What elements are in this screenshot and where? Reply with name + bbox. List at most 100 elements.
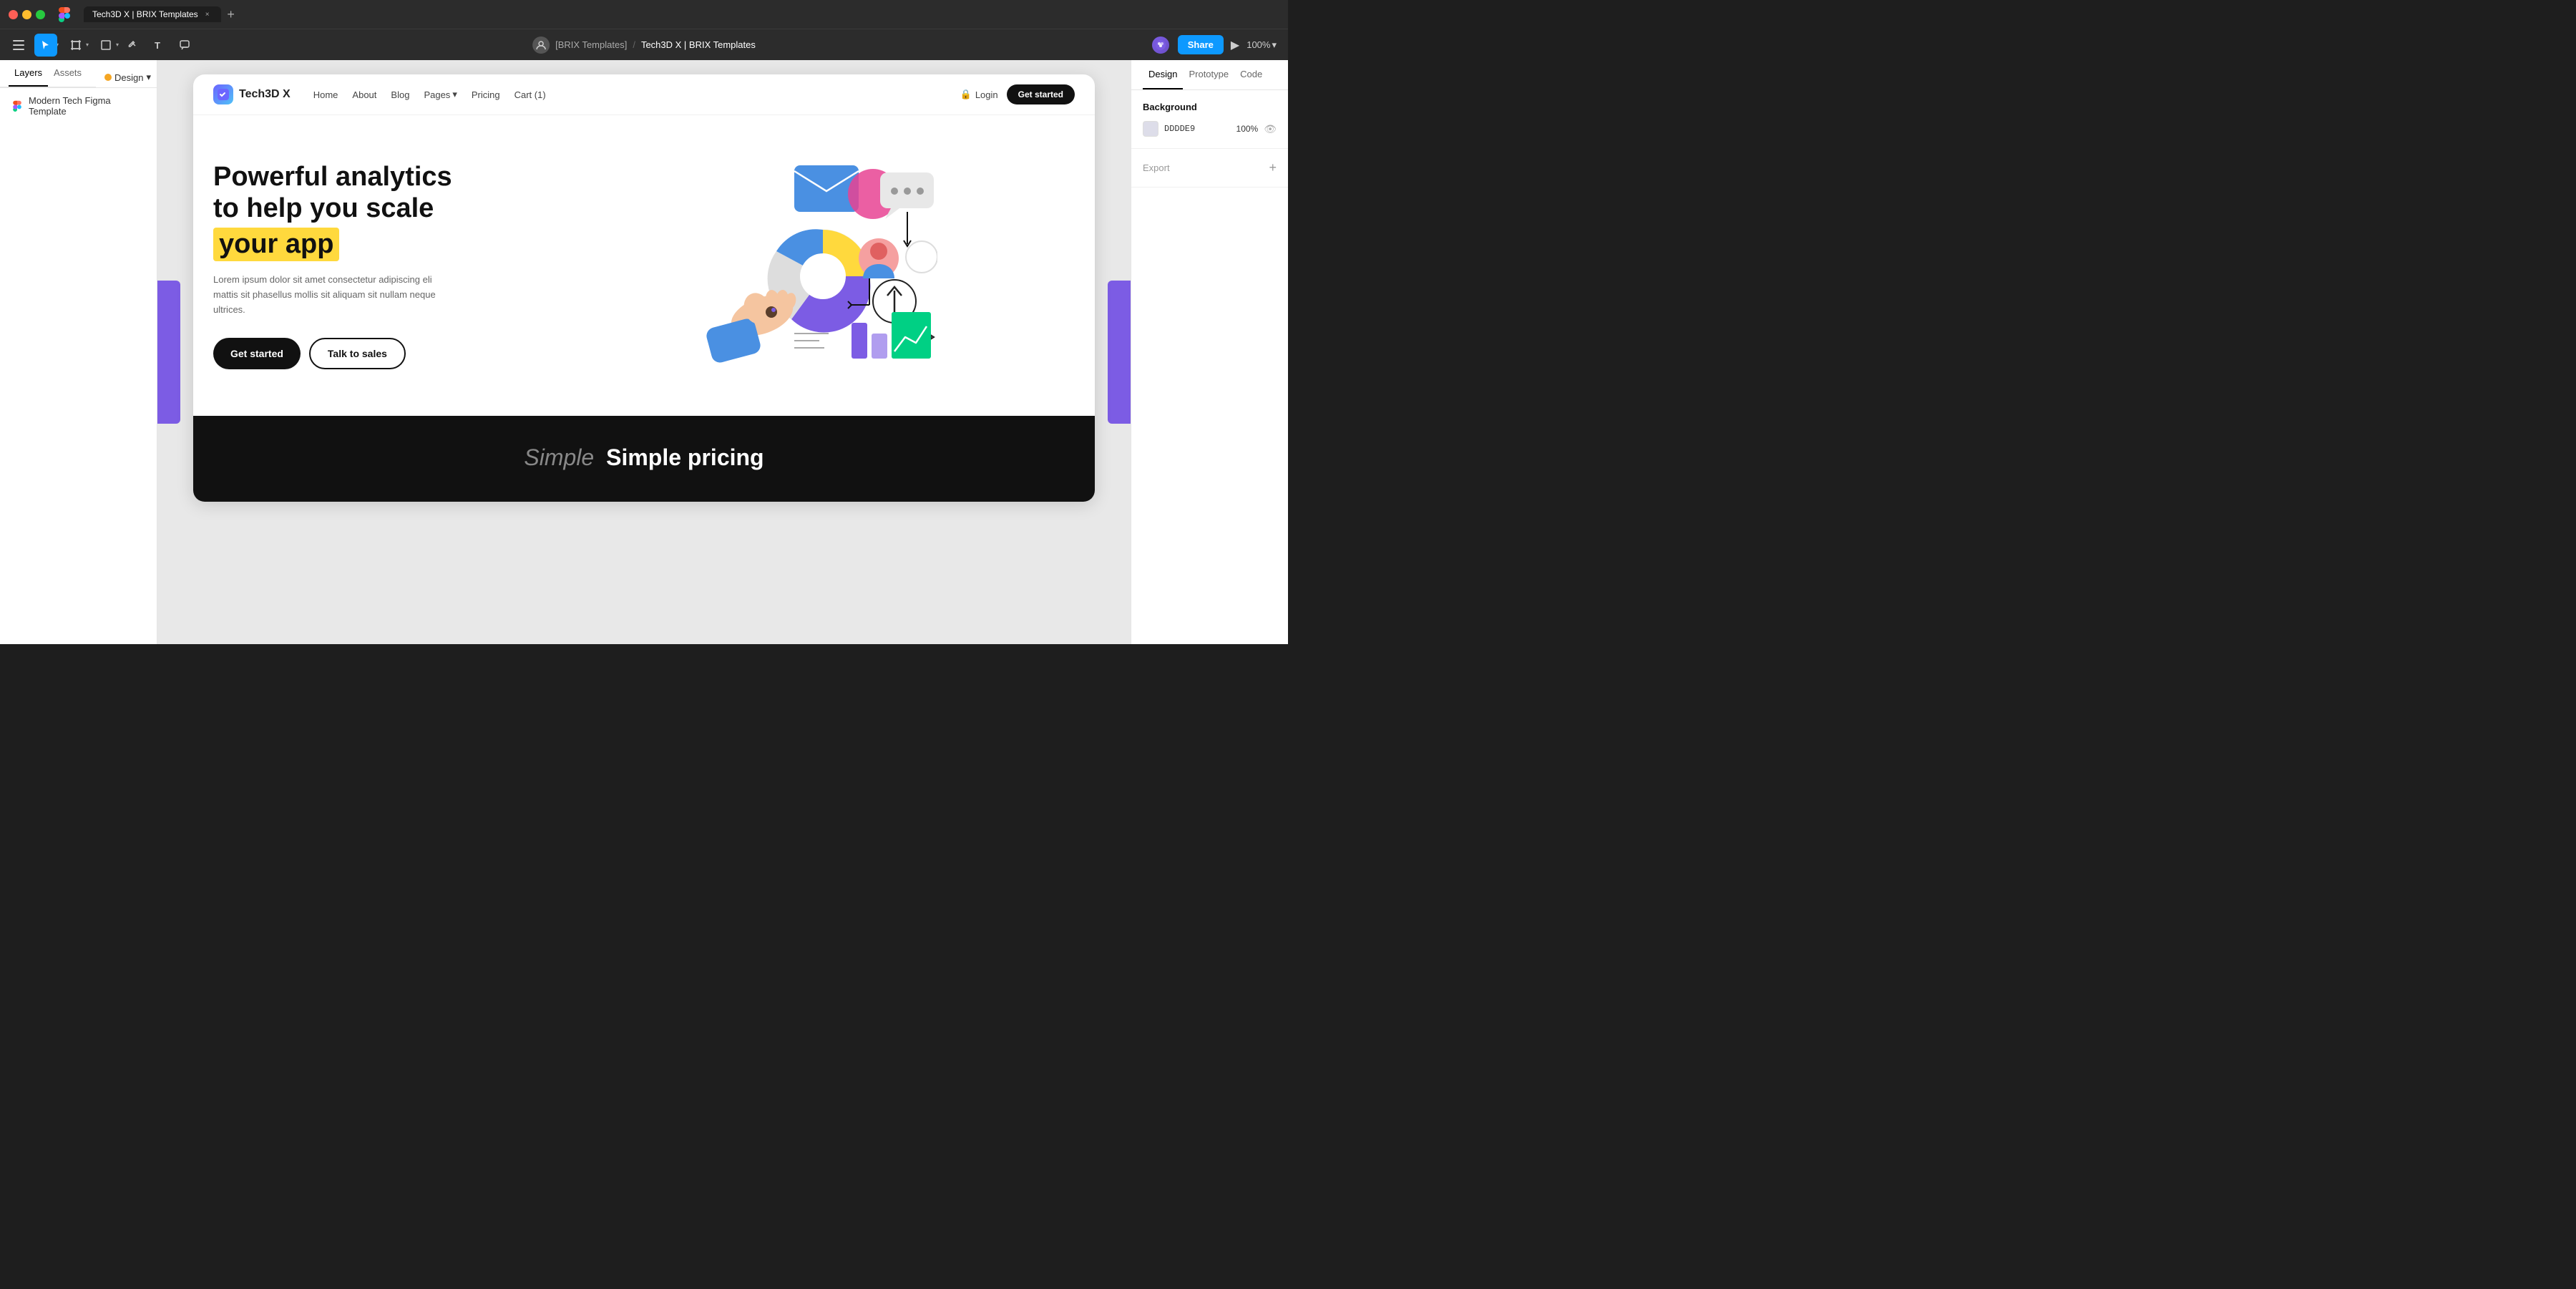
- tool-group-frame: ▾: [64, 34, 89, 57]
- tool-group-shape: ▾: [94, 34, 119, 57]
- layer-item[interactable]: Modern Tech Figma Template: [0, 88, 157, 124]
- hero-highlight: your app: [213, 228, 339, 262]
- canvas-purple-left: [157, 281, 180, 424]
- color-row: DDDDE9 100% 👁: [1143, 121, 1277, 137]
- assets-tab[interactable]: Assets: [48, 60, 87, 87]
- tab-title: Tech3D X | BRIX Templates: [92, 9, 198, 19]
- export-section: Export +: [1131, 149, 1288, 188]
- svg-text:T: T: [155, 40, 160, 50]
- hero-title-line2: to help you scale: [213, 193, 434, 223]
- pages-chevron-icon: ▾: [452, 89, 457, 100]
- nav-home[interactable]: Home: [313, 89, 338, 100]
- collaborator-avatar: [1151, 35, 1171, 55]
- minimize-button[interactable]: [22, 10, 31, 19]
- hero-buttons: Get started Talk to sales: [213, 338, 514, 369]
- dark-section: Simple Simple pricing: [193, 416, 1095, 502]
- color-opacity: 100%: [1236, 124, 1259, 134]
- layers-tab[interactable]: Layers: [9, 60, 48, 87]
- shape-tool-button[interactable]: [94, 34, 117, 57]
- hero-cta-button[interactable]: Get started: [213, 338, 301, 369]
- hero-title: Powerful analytics to help you scale you…: [213, 162, 514, 261]
- maximize-button[interactable]: [36, 10, 45, 19]
- login-button[interactable]: 🔒 Login: [960, 89, 998, 100]
- export-add-button[interactable]: +: [1269, 160, 1277, 175]
- nav-pricing[interactable]: Pricing: [472, 89, 500, 100]
- close-button[interactable]: [9, 10, 18, 19]
- comment-tool-button[interactable]: [173, 34, 196, 57]
- export-label: Export: [1143, 162, 1170, 173]
- figma-logo-icon: [57, 6, 72, 22]
- toolbar-right: Share ▶ 100% ▾: [1151, 35, 1277, 55]
- right-panel: Design Prototype Code Background DDDDE9 …: [1131, 60, 1288, 644]
- export-row: Export +: [1143, 160, 1277, 175]
- logo-icon: [213, 84, 233, 104]
- traffic-lights: [9, 10, 45, 19]
- left-sidebar: Layers Assets Design ▾ Modern Tech Figma…: [0, 60, 157, 644]
- nav-pages[interactable]: Pages ▾: [424, 89, 457, 100]
- pen-tool-button[interactable]: [122, 34, 145, 57]
- design-mode-label: Design: [114, 72, 143, 83]
- navbar-cta-button[interactable]: Get started: [1007, 84, 1075, 104]
- prototype-tab[interactable]: Prototype: [1183, 60, 1234, 89]
- title-bar: Tech3D X | BRIX Templates × +: [0, 0, 1288, 29]
- text-tool-button[interactable]: T: [147, 34, 170, 57]
- toolbar: ▾ ▾ ▾ T: [0, 29, 1288, 60]
- frame-tool-button[interactable]: [64, 34, 87, 57]
- hero-section: Powerful analytics to help you scale you…: [193, 115, 1095, 416]
- zoom-control[interactable]: 100% ▾: [1246, 39, 1277, 51]
- hero-title-line1: Powerful analytics: [213, 162, 452, 192]
- menu-line: [13, 40, 24, 42]
- hero-illustration: [514, 144, 1075, 387]
- main-layout: Layers Assets Design ▾ Modern Tech Figma…: [0, 60, 1288, 644]
- new-tab-button[interactable]: +: [223, 6, 240, 23]
- zoom-value: 100%: [1246, 39, 1270, 50]
- site-nav-links: Home About Blog Pages ▾ Pricing Cart (1): [313, 89, 546, 100]
- sidebar-header: Layers Assets Design ▾: [0, 60, 157, 88]
- layer-label: Modern Tech Figma Template: [29, 95, 145, 117]
- site-nav-right: 🔒 Login Get started: [960, 84, 1075, 104]
- user-avatar: [532, 37, 550, 54]
- hero-left: Powerful analytics to help you scale you…: [213, 162, 514, 369]
- panel-tabs: Design Prototype Code: [1131, 60, 1288, 90]
- hero-secondary-button[interactable]: Talk to sales: [309, 338, 406, 369]
- visibility-icon[interactable]: 👁: [1264, 123, 1277, 135]
- share-button[interactable]: Share: [1178, 35, 1224, 54]
- nav-about[interactable]: About: [352, 89, 376, 100]
- present-button[interactable]: ▶: [1231, 38, 1239, 52]
- design-tab[interactable]: Design: [1143, 60, 1183, 89]
- zoom-chevron-icon: ▾: [1272, 39, 1277, 51]
- design-indicator-icon: [104, 74, 112, 81]
- color-value[interactable]: DDDDE9: [1164, 124, 1231, 134]
- design-chevron-icon: ▾: [147, 72, 152, 83]
- breadcrumb: [BRIX Templates] / Tech3D X | BRIX Templ…: [532, 37, 756, 54]
- login-label: Login: [975, 89, 998, 100]
- code-tab[interactable]: Code: [1234, 60, 1268, 89]
- site-navbar: Tech3D X Home About Blog Pages ▾ Pricing…: [193, 74, 1095, 115]
- artboard[interactable]: Tech3D X Home About Blog Pages ▾ Pricing…: [193, 74, 1095, 502]
- canvas-area[interactable]: Tech3D X Home About Blog Pages ▾ Pricing…: [157, 60, 1131, 644]
- color-swatch[interactable]: [1143, 121, 1158, 137]
- breadcrumb-project[interactable]: Tech3D X | BRIX Templates: [641, 39, 756, 50]
- figma-file-icon: [11, 100, 23, 112]
- nav-blog[interactable]: Blog: [391, 89, 409, 100]
- design-mode-selector[interactable]: Design ▾: [96, 64, 160, 83]
- canvas-purple-right: [1108, 281, 1131, 424]
- breadcrumb-separator: /: [633, 39, 635, 50]
- sidebar-tabs: Layers Assets: [0, 60, 96, 87]
- select-tool-button[interactable]: [34, 34, 57, 57]
- background-section: Background DDDDE9 100% 👁: [1131, 90, 1288, 149]
- background-section-title: Background: [1143, 102, 1277, 112]
- tool-group-select: ▾: [34, 34, 59, 57]
- menu-line: [13, 44, 24, 46]
- tab-close-button[interactable]: ×: [203, 9, 213, 19]
- site-logo-text: Tech3D X: [239, 88, 291, 101]
- nav-cart[interactable]: Cart (1): [514, 89, 546, 100]
- lock-icon: 🔒: [960, 89, 972, 100]
- dark-section-title: Simple Simple pricing: [213, 444, 1075, 471]
- active-tab[interactable]: Tech3D X | BRIX Templates ×: [84, 6, 221, 22]
- menu-button[interactable]: [9, 35, 29, 55]
- hero-subtitle: Lorem ipsum dolor sit amet consectetur a…: [213, 273, 457, 317]
- menu-line: [13, 49, 24, 50]
- site-logo: Tech3D X: [213, 84, 291, 104]
- breadcrumb-team[interactable]: [BRIX Templates]: [555, 39, 627, 50]
